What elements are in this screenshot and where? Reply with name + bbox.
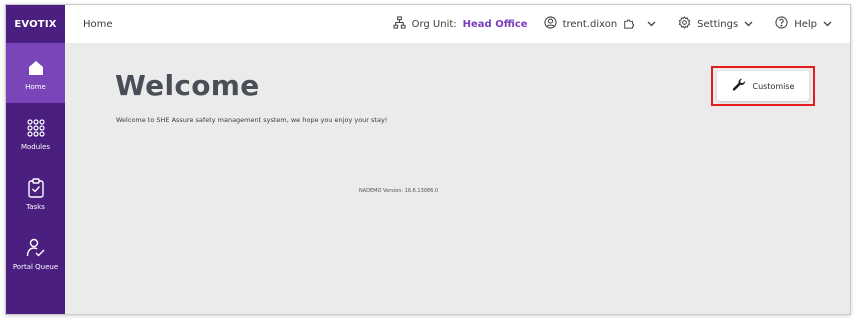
version-text: NADEMO Version: 16.6.13086.0	[359, 188, 439, 194]
sidebar-item-portal-queue[interactable]: Portal Queue	[6, 223, 65, 283]
sidebar-item-label: Portal Queue	[12, 262, 59, 271]
app-window: EVOTIX Home Modules Tasks Portal Queue H…	[5, 4, 851, 315]
chevron-down-icon	[744, 19, 759, 30]
gear-icon	[678, 16, 697, 32]
org-unit-value: Head Office	[462, 18, 528, 30]
page-title: Welcome	[115, 69, 260, 102]
sidebar-item-tasks[interactable]: Tasks	[6, 163, 65, 223]
customise-button[interactable]: Customise	[717, 71, 809, 101]
top-bar-actions: Org Unit: Head Office trent.dixon Settin…	[393, 5, 850, 43]
home-icon	[24, 56, 48, 80]
puzzle-icon	[623, 17, 641, 32]
clipboard-check-icon	[24, 176, 48, 200]
chevron-down-icon	[647, 19, 662, 30]
sidebar-item-label: Home	[25, 82, 46, 91]
main-content: Welcome Welcome to SHE Assure safety man…	[65, 43, 850, 314]
portal-queue-icon	[24, 236, 48, 260]
modules-grid-icon	[24, 116, 48, 140]
breadcrumb[interactable]: Home	[83, 19, 113, 30]
logo: EVOTIX	[14, 18, 57, 30]
user-icon	[543, 16, 563, 32]
customise-label: Customise	[752, 81, 795, 91]
org-tree-icon	[393, 16, 412, 32]
welcome-message: Welcome to SHE Assure safety management …	[116, 116, 388, 124]
sidebar-item-label: Modules	[20, 142, 51, 151]
sidebar: EVOTIX Home Modules Tasks Portal Queue	[6, 5, 65, 314]
help-menu[interactable]: Help	[775, 16, 838, 32]
settings-label: Settings	[697, 18, 739, 30]
chevron-down-icon	[823, 19, 838, 30]
org-unit-label: Org Unit:	[411, 18, 457, 30]
wrench-icon	[732, 78, 753, 94]
sidebar-item-home[interactable]: Home	[6, 43, 65, 103]
user-name: trent.dixon	[562, 18, 618, 30]
top-bar: Home Org Unit: Head Office trent.dixon S…	[65, 5, 850, 43]
settings-menu[interactable]: Settings	[678, 16, 759, 32]
help-icon	[775, 16, 794, 32]
highlight-box: Customise	[711, 66, 815, 106]
org-unit-selector[interactable]: Org Unit: Head Office	[393, 16, 528, 32]
sidebar-item-modules[interactable]: Modules	[6, 103, 65, 163]
help-label: Help	[794, 18, 817, 30]
user-menu[interactable]: trent.dixon	[543, 16, 663, 32]
sidebar-item-label: Tasks	[26, 202, 45, 211]
